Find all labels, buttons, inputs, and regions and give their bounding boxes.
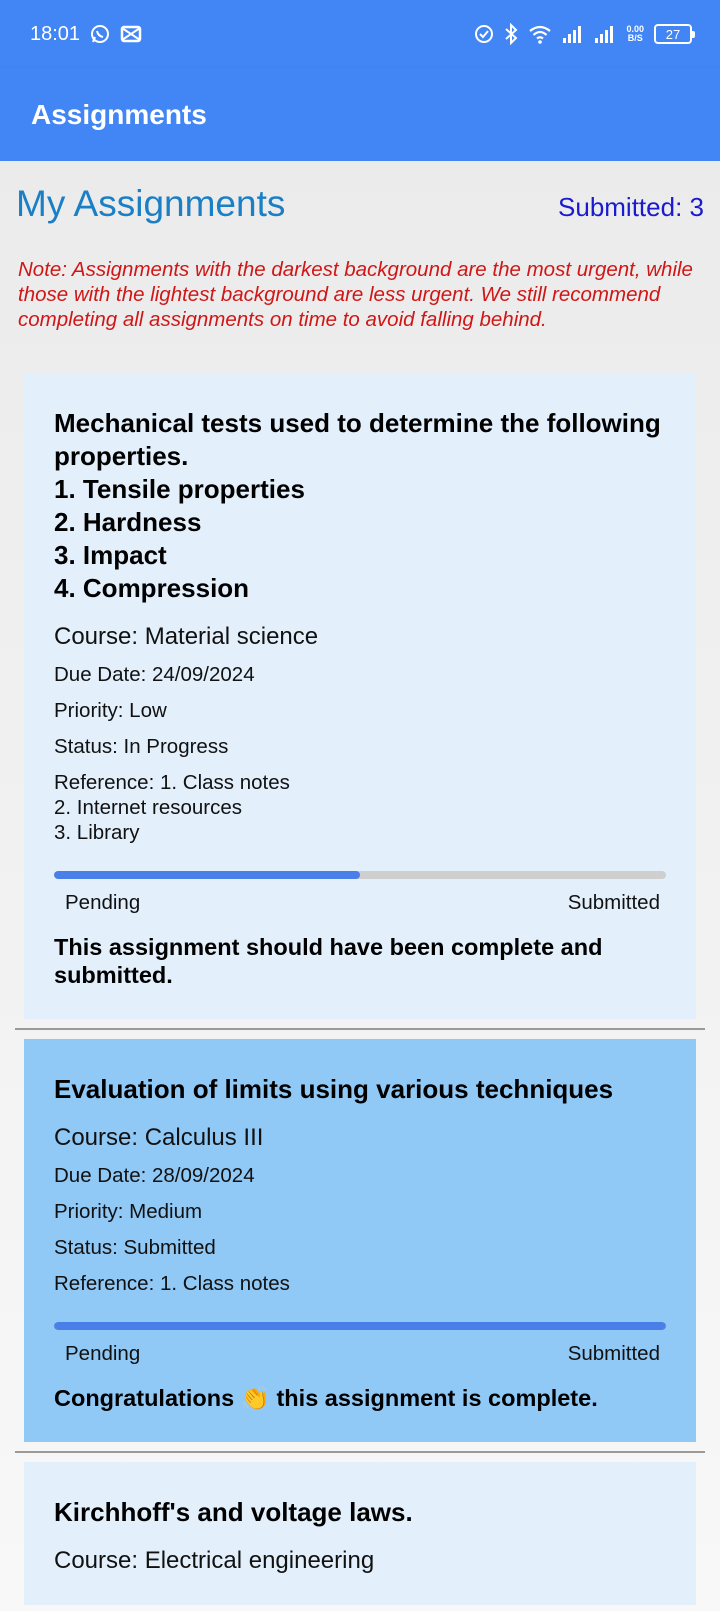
divider (15, 1451, 705, 1453)
assignment-due-date: Due Date: 28/09/2024 (54, 1164, 255, 1187)
signal-icon (562, 24, 584, 44)
urgency-note: Note: Assignments with the darkest backg… (18, 258, 693, 331)
assignments-screen[interactable]: My Assignments Submitted: 3 Note: Assign… (0, 161, 720, 1611)
status-time: 18:01 (30, 22, 81, 45)
assignment-message: This assignment should have been complet… (54, 934, 603, 988)
assignment-reference: Reference: 1. Class notes (54, 1272, 290, 1295)
assignment-priority: Priority: Medium (54, 1200, 203, 1223)
app-bar: Assignments (0, 68, 720, 161)
whatsapp-icon (90, 24, 110, 44)
assignment-card[interactable]: Kirchhoff's and voltage laws. Course: El… (24, 1462, 696, 1605)
progress-fill (54, 1322, 666, 1330)
data-saver-icon (474, 24, 494, 44)
assignment-title: Kirchhoff's and voltage laws. (54, 1497, 413, 1527)
assignment-progress-bar (54, 1322, 666, 1330)
battery-icon: 27 (654, 24, 695, 44)
assignment-course: Course: Electrical engineering (54, 1547, 375, 1574)
pending-label: Pending (65, 891, 141, 914)
assignment-status: Status: In Progress (54, 735, 229, 758)
assignment-card[interactable]: Mechanical tests used to determine the f… (24, 373, 696, 1019)
assignment-status: Status: Submitted (54, 1236, 216, 1259)
submitted-count: Submitted: 3 (558, 192, 704, 222)
assignment-priority: Priority: Low (54, 699, 167, 722)
bluetooth-icon (504, 23, 518, 45)
submitted-label: Submitted (567, 1342, 660, 1365)
status-bar: 18:01 0.00 B/S 27 (0, 0, 720, 68)
wifi-icon (528, 24, 552, 44)
assignment-course: Course: Material science (54, 623, 319, 650)
assignment-due-date: Due Date: 24/09/2024 (54, 663, 255, 686)
assignment-title: Mechanical tests used to determine the f… (54, 408, 661, 603)
net-speed-unit: B/S (627, 33, 643, 43)
pending-label: Pending (65, 1342, 141, 1365)
assignment-message: Congratulations 👏 this assignment is com… (54, 1385, 598, 1411)
assignment-course: Course: Calculus III (54, 1124, 264, 1151)
net-speed: 0.00 B/S (626, 25, 644, 43)
assignment-list: Mechanical tests used to determine the f… (0, 373, 720, 1605)
submitted-label: Submitted (567, 891, 660, 914)
signal-icon-2 (594, 24, 616, 44)
progress-fill (54, 871, 360, 879)
page-header: My Assignments Submitted: 3 (0, 161, 720, 225)
assignment-reference: Reference: 1. Class notes 2. Internet re… (54, 771, 290, 844)
assignment-progress-bar (54, 871, 666, 879)
app-title: Assignments (31, 98, 207, 130)
mail-icon (120, 25, 142, 43)
assignment-card[interactable]: Evaluation of limits using various techn… (24, 1039, 696, 1442)
page-title: My Assignments (16, 183, 286, 224)
divider (15, 1028, 705, 1030)
battery-level: 27 (665, 26, 681, 42)
progress-labels: Pending Submitted (54, 879, 666, 915)
progress-labels: Pending Submitted (54, 1330, 666, 1366)
assignment-title: Evaluation of limits using various techn… (54, 1074, 614, 1104)
